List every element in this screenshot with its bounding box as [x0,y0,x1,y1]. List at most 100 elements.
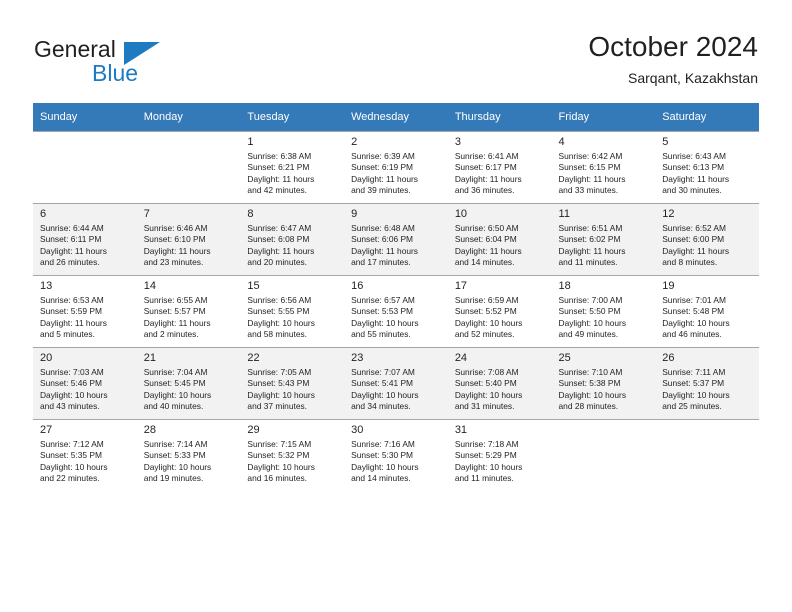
daylight-text: Daylight: 10 hours [351,461,419,472]
daylight-text: Daylight: 11 hours [662,173,730,184]
day-sun-info: Sunrise: 6:50 AM Sunset: 6:04 PM Daylight:… [455,223,546,269]
calendar-day-cell[interactable]: 29 Sunrise: 7:15 AM Sunset: 5:32 PM Dayligh… [240,419,345,491]
day-cell-inner: 4 Sunrise: 6:42 AM Sunset: 6:15 PM Daylight… [551,131,656,203]
sunset-text: Sunset: 6:17 PM [454,162,517,173]
sunrise-text: Sunrise: 7:14 AM [143,439,208,449]
calendar-day-cell[interactable]: 30 Sunrise: 7:16 AM Sunset: 5:30 PM Dayligh… [344,419,448,491]
daylight-text: Daylight: 10 hours [247,389,315,400]
calendar-day-cell[interactable]: 6 Sunrise: 6:44 AM Sunset: 6:11 PM Daylight… [33,203,137,275]
day-number: 17 [454,280,468,292]
calendar-day-cell[interactable]: 24 Sunrise: 7:08 AM Sunset: 5:40 PM Dayligh… [447,347,552,419]
calendar-day-cell[interactable]: 14 Sunrise: 6:55 AM Sunset: 5:57 PM Dayligh… [136,275,241,347]
calendar-day-cell[interactable]: 10 Sunrise: 6:50 AM Sunset: 6:04 PM Dayligh… [447,203,552,275]
daylight-text: and 58 minutes. [247,329,308,340]
sunset-text: Sunset: 5:41 PM [351,378,414,389]
sunrise-text: Sunrise: 6:50 AM [454,223,519,233]
sunrise-text: Sunrise: 6:41 AM [454,151,519,161]
calendar-day-cell[interactable]: 27 Sunrise: 7:12 AM Sunset: 5:35 PM Dayligh… [33,419,137,491]
calendar-day-cell[interactable]: 21 Sunrise: 7:04 AM Sunset: 5:45 PM Dayligh… [136,347,241,419]
daylight-text: Daylight: 10 hours [454,317,523,328]
sunset-text: Sunset: 5:46 PM [40,378,102,389]
calendar-day-cell[interactable]: 4 Sunrise: 6:42 AM Sunset: 6:15 PM Daylight… [551,131,656,203]
calendar-day-cell-empty [551,419,656,491]
page-header: General Blue October 2024 Sarqant, Kazak… [0,0,792,103]
daylight-text: Daylight: 11 hours [351,173,418,184]
calendar-day-cell[interactable]: 20 Sunrise: 7:03 AM Sunset: 5:46 PM Dayligh… [33,347,137,419]
calendar-day-cell[interactable]: 18 Sunrise: 7:00 AM Sunset: 5:50 PM Dayligh… [551,275,656,347]
sunrise-text: Sunrise: 6:51 AM [558,223,623,233]
day-number: 28 [143,424,156,436]
calendar-day-cell[interactable]: 5 Sunrise: 6:43 AM Sunset: 6:13 PM Daylight… [655,131,759,203]
day-number: 13 [40,280,53,292]
calendar-day-cell[interactable]: 15 Sunrise: 6:56 AM Sunset: 5:55 PM Dayligh… [240,275,345,347]
calendar-day-cell[interactable]: 17 Sunrise: 6:59 AM Sunset: 5:52 PM Dayligh… [447,275,552,347]
calendar-week-row: 6 Sunrise: 6:44 AM Sunset: 6:11 PM Daylight… [33,203,759,275]
day-cell-inner: 18 Sunrise: 7:00 AM Sunset: 5:50 PM Dayligh… [551,275,656,347]
daylight-text: and 14 minutes. [454,257,515,268]
calendar-day-cell[interactable]: 9 Sunrise: 6:48 AM Sunset: 6:06 PM Daylight… [344,203,448,275]
calendar-day-cell[interactable]: 19 Sunrise: 7:01 AM Sunset: 5:48 PM Dayligh… [655,275,759,347]
day-cell-inner: 29 Sunrise: 7:15 AM Sunset: 5:32 PM Dayligh… [240,419,345,491]
calendar-day-cell[interactable]: 22 Sunrise: 7:05 AM Sunset: 5:43 PM Dayligh… [240,347,345,419]
calendar-day-cell[interactable]: 28 Sunrise: 7:14 AM Sunset: 5:33 PM Dayligh… [136,419,241,491]
daylight-text: Daylight: 10 hours [351,317,419,328]
day-cell-inner: 6 Sunrise: 6:44 AM Sunset: 6:11 PM Daylight… [33,203,137,275]
day-cell-inner: 28 Sunrise: 7:14 AM Sunset: 5:33 PM Dayligh… [136,419,241,491]
calendar-day-cell[interactable]: 26 Sunrise: 7:11 AM Sunset: 5:37 PM Dayligh… [655,347,759,419]
calendar-week-row: 13 Sunrise: 6:53 AM Sunset: 5:59 PM Dayligh… [33,275,759,347]
day-number: 25 [558,352,571,364]
day-number: 23 [351,352,364,364]
calendar-body: 1 Sunrise: 6:38 AM Sunset: 6:21 PM Daylight… [33,131,759,491]
day-number: 2 [351,136,358,148]
calendar-day-cell[interactable]: 11 Sunrise: 6:51 AM Sunset: 6:02 PM Dayligh… [551,203,656,275]
calendar-day-cell[interactable]: 3 Sunrise: 6:41 AM Sunset: 6:17 PM Daylight… [447,131,552,203]
calendar-day-cell[interactable]: 8 Sunrise: 6:47 AM Sunset: 6:08 PM Daylight… [240,203,345,275]
day-number: 4 [558,136,565,148]
sunrise-text: Sunrise: 6:47 AM [247,223,312,233]
calendar-day-cell[interactable]: 1 Sunrise: 6:38 AM Sunset: 6:21 PM Daylight… [240,131,345,203]
day-sun-info: Sunrise: 6:56 AM Sunset: 5:55 PM Daylight:… [247,295,338,341]
sunset-text: Sunset: 5:30 PM [351,450,414,461]
calendar-day-cell[interactable]: 23 Sunrise: 7:07 AM Sunset: 5:41 PM Dayligh… [344,347,448,419]
day-sun-info: Sunrise: 6:46 AM Sunset: 6:10 PM Daylight:… [144,223,235,269]
sunset-text: Sunset: 6:00 PM [662,234,725,245]
daylight-text: and 34 minutes. [351,401,411,412]
daylight-text: and 33 minutes. [558,185,619,196]
calendar-day-cell[interactable]: 13 Sunrise: 6:53 AM Sunset: 5:59 PM Dayligh… [33,275,137,347]
generalblue-logo[interactable]: General Blue [34,36,214,88]
calendar-day-cell[interactable]: 12 Sunrise: 6:52 AM Sunset: 6:00 PM Dayligh… [655,203,759,275]
calendar-day-cell[interactable]: 25 Sunrise: 7:10 AM Sunset: 5:38 PM Dayligh… [551,347,656,419]
day-number: 8 [247,208,254,220]
daylight-text: and 52 minutes. [454,329,515,340]
sunset-text: Sunset: 5:43 PM [247,378,310,389]
calendar-day-cell[interactable]: 16 Sunrise: 6:57 AM Sunset: 5:53 PM Dayligh… [344,275,448,347]
weekday-header-tuesday: Tuesday [240,103,345,131]
sunset-text: Sunset: 6:15 PM [558,162,621,173]
daylight-text: Daylight: 10 hours [558,317,627,328]
calendar-day-cell[interactable]: 31 Sunrise: 7:18 AM Sunset: 5:29 PM Dayligh… [447,419,552,491]
day-cell-inner: 17 Sunrise: 6:59 AM Sunset: 5:52 PM Dayligh… [447,275,552,347]
calendar-day-cell[interactable]: 2 Sunrise: 6:39 AM Sunset: 6:19 PM Daylight… [344,131,448,203]
daylight-text: Daylight: 11 hours [40,245,107,256]
day-sun-info: Sunrise: 7:05 AM Sunset: 5:43 PM Daylight:… [247,367,338,413]
daylight-text: and 28 minutes. [558,401,619,412]
day-sun-info: Sunrise: 7:03 AM Sunset: 5:46 PM Daylight:… [40,367,131,413]
day-cell-inner: 13 Sunrise: 6:53 AM Sunset: 5:59 PM Dayligh… [33,275,137,347]
day-sun-info: Sunrise: 7:12 AM Sunset: 5:35 PM Daylight:… [40,439,131,485]
daylight-text: and 16 minutes. [247,473,308,484]
weekday-header-wednesday: Wednesday [344,103,448,131]
sunset-text: Sunset: 6:19 PM [351,162,414,173]
calendar-day-cell[interactable]: 7 Sunrise: 6:46 AM Sunset: 6:10 PM Daylight… [136,203,241,275]
sunrise-text: Sunrise: 6:43 AM [662,151,726,161]
daylight-text: Daylight: 10 hours [247,317,315,328]
day-number: 16 [351,280,364,292]
day-sun-info: Sunrise: 6:43 AM Sunset: 6:13 PM Daylight:… [662,151,753,197]
weekday-header-monday: Monday [136,103,241,131]
weekday-header-saturday: Saturday [655,103,759,131]
sunset-text: Sunset: 5:45 PM [143,378,206,389]
daylight-text: Daylight: 11 hours [558,173,626,184]
sunrise-text: Sunrise: 6:57 AM [351,295,415,305]
day-cell-inner: 23 Sunrise: 7:07 AM Sunset: 5:41 PM Dayligh… [344,347,448,419]
sunrise-text: Sunrise: 7:11 AM [662,367,726,377]
page-title: October 2024 [588,31,758,62]
